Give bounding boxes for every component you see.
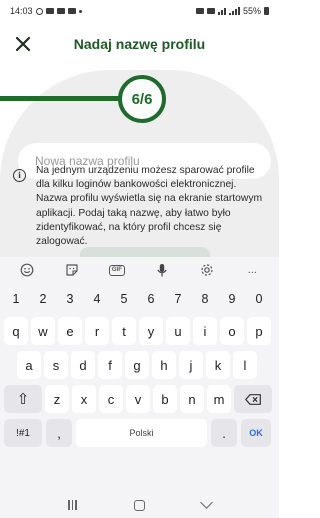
status-time: 14:03 (10, 6, 33, 16)
letter-row-3: ⇧ z x c v b n m (0, 385, 279, 413)
shift-icon: ⇧ (16, 391, 30, 408)
key-3[interactable]: 3 (58, 285, 82, 313)
info-text: Na jednym urządzeniu możesz sparować pro… (36, 165, 263, 248)
key-j[interactable]: j (179, 351, 203, 379)
page-title: Nadaj nazwę profilu (73, 36, 206, 52)
key-1[interactable]: 1 (4, 285, 28, 313)
letter-row-2: a s d f g h j k l (0, 351, 279, 379)
key-0[interactable]: 0 (247, 285, 271, 313)
key-9[interactable]: 9 (220, 285, 244, 313)
system-nav-bar (0, 492, 279, 518)
key-e[interactable]: e (58, 317, 82, 345)
onscreen-keyboard: GIF ... 1 2 3 4 5 6 7 8 9 0 q w e r t y … (0, 257, 279, 492)
step-label: 6/6 (131, 90, 153, 108)
key-2[interactable]: 2 (31, 285, 55, 313)
close-icon[interactable] (14, 35, 32, 53)
notification-icon (67, 8, 76, 14)
more-notifications-icon (78, 9, 82, 13)
more-label: ... (247, 264, 257, 276)
key-8[interactable]: 8 (193, 285, 217, 313)
key-o[interactable]: o (220, 317, 244, 345)
keyboard-toolbar: GIF ... (0, 257, 279, 283)
key-q[interactable]: q (4, 317, 28, 345)
key-k[interactable]: k (206, 351, 230, 379)
key-g[interactable]: g (125, 351, 149, 379)
backspace-key[interactable] (234, 385, 272, 413)
key-6[interactable]: 6 (139, 285, 163, 313)
backspace-icon (245, 393, 261, 405)
period-key[interactable]: . (211, 419, 237, 447)
gif-icon[interactable]: GIF (106, 261, 128, 279)
key-b[interactable]: b (153, 385, 177, 413)
key-n[interactable]: n (180, 385, 204, 413)
cast-icon (195, 8, 204, 14)
more-icon[interactable]: ... (241, 261, 263, 279)
space-key[interactable]: Polski (76, 419, 207, 447)
key-4[interactable]: 4 (85, 285, 109, 313)
battery-icon (264, 7, 269, 15)
battery-percent: 55% (242, 6, 261, 16)
notification-icon (56, 8, 65, 14)
microphone-icon[interactable] (151, 261, 173, 279)
wifi-icon (217, 7, 226, 15)
back-icon[interactable] (199, 496, 213, 509)
key-a[interactable]: a (17, 351, 41, 379)
key-y[interactable]: y (139, 317, 163, 345)
key-m[interactable]: m (207, 385, 231, 413)
key-c[interactable]: c (99, 385, 123, 413)
keyboard-bottom-row: !#1 , Polski . OK (0, 419, 279, 447)
mute-icon (206, 8, 215, 14)
number-row: 1 2 3 4 5 6 7 8 9 0 (0, 285, 279, 313)
gif-label: GIF (108, 264, 125, 276)
key-w[interactable]: w (31, 317, 55, 345)
key-u[interactable]: u (166, 317, 190, 345)
key-r[interactable]: r (85, 317, 109, 345)
notification-icon (35, 7, 43, 15)
letter-row-1: q w e r t y u i o p (0, 317, 279, 345)
sticker-icon[interactable] (61, 261, 83, 279)
status-bar: 14:03 55% (0, 0, 279, 22)
ok-key[interactable]: OK (241, 419, 271, 447)
key-z[interactable]: z (45, 385, 69, 413)
key-d[interactable]: d (71, 351, 95, 379)
key-h[interactable]: h (152, 351, 176, 379)
recent-apps-icon[interactable] (68, 500, 77, 510)
progress-bar (0, 96, 122, 101)
key-7[interactable]: 7 (166, 285, 190, 313)
shift-key[interactable]: ⇧ (4, 385, 42, 413)
settings-icon[interactable] (196, 261, 218, 279)
key-t[interactable]: t (112, 317, 136, 345)
info-icon: i (13, 169, 26, 182)
key-v[interactable]: v (126, 385, 150, 413)
home-icon[interactable] (133, 499, 145, 511)
step-indicator: 6/6 (118, 75, 166, 123)
key-5[interactable]: 5 (112, 285, 136, 313)
key-x[interactable]: x (72, 385, 96, 413)
symbols-key[interactable]: !#1 (4, 419, 42, 447)
key-p[interactable]: p (247, 317, 271, 345)
key-i[interactable]: i (193, 317, 217, 345)
app-header: Nadaj nazwę profilu (0, 26, 279, 62)
key-s[interactable]: s (44, 351, 68, 379)
emoji-icon[interactable] (16, 261, 38, 279)
key-f[interactable]: f (98, 351, 122, 379)
signal-icon (228, 7, 240, 15)
comma-key[interactable]: , (46, 419, 72, 447)
notification-icon (45, 8, 54, 14)
key-l[interactable]: l (233, 351, 257, 379)
